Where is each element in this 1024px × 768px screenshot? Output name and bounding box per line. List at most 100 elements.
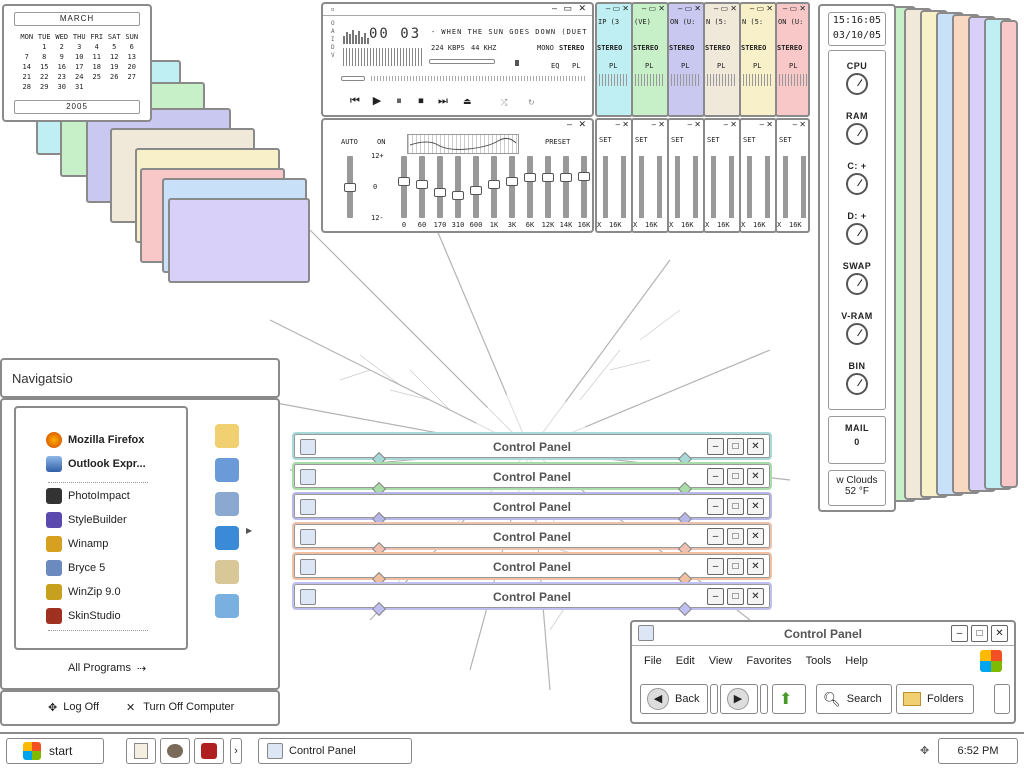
clone-window-buttons[interactable]: ‒ ▭ ✕ xyxy=(642,4,665,13)
clone-window-buttons[interactable]: ‒ ▭ ✕ xyxy=(783,4,806,13)
clone-eq-slider[interactable] xyxy=(747,156,752,218)
gauge-ram[interactable]: RAM xyxy=(829,111,885,155)
close-icon[interactable]: ✕ xyxy=(747,498,764,515)
forward-dropdown[interactable] xyxy=(760,684,768,714)
eq-slider-knob[interactable] xyxy=(524,173,536,182)
back-dropdown[interactable] xyxy=(710,684,718,714)
repeat-icon[interactable]: ↻ xyxy=(528,98,535,107)
turn-off-button[interactable]: ✕ Turn Off Computer xyxy=(126,701,234,714)
winamp-clone[interactable]: ‒ ▭ ✕ ON (U: STEREO PL xyxy=(775,2,810,117)
clone-pl[interactable]: PL xyxy=(645,62,653,70)
clone-eq-slider[interactable] xyxy=(621,156,626,218)
eq-band-slider[interactable] xyxy=(437,156,443,218)
clone-eq-slider[interactable] xyxy=(603,156,608,218)
control-panel-bar[interactable]: Control Panel – □ ✕ xyxy=(292,432,772,467)
winamp-eq-button[interactable]: EQ xyxy=(551,62,559,70)
clone-pl[interactable]: PL xyxy=(789,62,797,70)
clone-eq-buttons[interactable]: ‒ ✕ xyxy=(652,120,665,129)
minimize-icon[interactable]: – xyxy=(707,588,724,605)
explorer-titlebar[interactable]: Control Panel – □ ✕ xyxy=(632,622,1014,646)
clone-eq-buttons[interactable]: ‒ ✕ xyxy=(616,120,629,129)
winamp-clone[interactable]: ‒ ▭ ✕ N (5: STEREO PL xyxy=(739,2,777,117)
minimize-icon[interactable]: – xyxy=(951,625,968,642)
gauge-d[interactable]: D: + xyxy=(829,211,885,255)
control-panel-bar[interactable]: Control Panel – □ ✕ xyxy=(292,552,772,587)
menu-file[interactable]: File xyxy=(644,655,662,667)
minimize-icon[interactable]: – xyxy=(707,558,724,575)
eq-band-slider[interactable] xyxy=(563,156,569,218)
clone-window-buttons[interactable]: ‒ ▭ ✕ xyxy=(678,4,701,13)
gauge-cpu[interactable]: CPU xyxy=(829,61,885,105)
eq-slider-knob[interactable] xyxy=(578,172,590,181)
gauge-vram[interactable]: V-RAM xyxy=(829,311,885,355)
eq-slider-knob[interactable] xyxy=(560,173,572,182)
up-button[interactable]: ⬆ xyxy=(772,684,806,714)
maximize-icon[interactable]: □ xyxy=(727,528,744,545)
close-icon[interactable]: ✕ xyxy=(747,528,764,545)
winamp-eq-clone[interactable]: ‒ ✕ SET X 16K xyxy=(595,118,633,233)
maximize-icon[interactable]: □ xyxy=(971,625,988,642)
eq-slider-knob[interactable] xyxy=(542,173,554,182)
winamp-eq-clone[interactable]: ‒ ✕ SET X 16K xyxy=(739,118,777,233)
eq-band-slider[interactable] xyxy=(455,156,461,218)
menu-item-outlook[interactable]: Outlook Expr... xyxy=(46,456,146,472)
winamp-eq-clone[interactable]: ‒ ✕ SET X 16K xyxy=(667,118,705,233)
control-panel-window[interactable]: Control Panel – □ ✕ File Edit View Favorite… xyxy=(630,620,1016,724)
clone-pl[interactable]: PL xyxy=(717,62,725,70)
clone-pl[interactable]: PL xyxy=(681,62,689,70)
winamp-eq-clone[interactable]: ‒ ✕ SET X 16K xyxy=(703,118,741,233)
clone-eq-slider[interactable] xyxy=(783,156,788,218)
winamp-titlebar[interactable]: ▫ ‒ ▭ ✕ xyxy=(323,3,592,16)
maximize-icon[interactable]: □ xyxy=(727,558,744,575)
menu-edit[interactable]: Edit xyxy=(676,655,695,667)
quicklaunch-app[interactable] xyxy=(194,738,224,764)
clone-eq-slider[interactable] xyxy=(639,156,644,218)
eq-titlebar[interactable]: ‒ ✕ xyxy=(323,119,592,132)
eq-band-slider[interactable] xyxy=(527,156,533,218)
winamp-clone[interactable]: ‒ ▭ ✕ ON (U: STEREO PL xyxy=(667,2,705,117)
toolbar-overflow[interactable] xyxy=(994,684,1010,714)
clone-eq-buttons[interactable]: ‒ ✕ xyxy=(793,120,806,129)
menu-item-firefox[interactable]: Mozilla Firefox xyxy=(46,432,144,448)
eq-band-slider[interactable] xyxy=(581,156,587,218)
folders-button[interactable]: Folders xyxy=(896,684,974,714)
clone-eq-slider[interactable] xyxy=(693,156,698,218)
eq-band-slider[interactable] xyxy=(401,156,407,218)
start-button[interactable]: start xyxy=(6,738,104,764)
internet-icon[interactable] xyxy=(215,526,239,550)
tray-network-icon[interactable]: ✥ xyxy=(920,744,929,757)
minimize-icon[interactable]: – xyxy=(707,528,724,545)
clone-eq-buttons[interactable]: ‒ ✕ xyxy=(760,120,773,129)
winamp-window-buttons[interactable]: ‒ ▭ ✕ xyxy=(552,3,588,14)
network-icon[interactable] xyxy=(215,458,239,482)
clone-window-buttons[interactable]: ‒ ▭ ✕ xyxy=(750,4,773,13)
winamp-clone[interactable]: ‒ ▭ ✕ N (5: STEREO PL xyxy=(703,2,741,117)
control-panel-bar[interactable]: Control Panel – □ ✕ xyxy=(292,462,772,497)
close-icon[interactable]: ✕ xyxy=(747,588,764,605)
sysmon-mail[interactable]: MAIL 0 xyxy=(828,416,886,464)
clone-eq-slider[interactable] xyxy=(711,156,716,218)
eq-band-slider[interactable] xyxy=(509,156,515,218)
close-icon[interactable]: ✕ xyxy=(747,438,764,455)
eq-slider-knob[interactable] xyxy=(452,191,464,200)
eq-band-slider[interactable] xyxy=(545,156,551,218)
menu-item-winzip90[interactable]: WinZip 9.0 xyxy=(46,584,121,600)
eq-slider-knob[interactable] xyxy=(470,186,482,195)
quicklaunch-chevron[interactable]: › xyxy=(230,738,242,764)
clone-eq-slider[interactable] xyxy=(801,156,806,218)
eq-auto[interactable]: AUTO xyxy=(341,138,358,146)
next-icon[interactable]: ⏭ xyxy=(433,93,453,111)
eq-slider-knob[interactable] xyxy=(398,177,410,186)
close-icon[interactable]: ✕ xyxy=(991,625,1008,642)
minimize-icon[interactable]: – xyxy=(707,498,724,515)
menu-item-bryce5[interactable]: Bryce 5 xyxy=(46,560,105,576)
clone-eq-slider[interactable] xyxy=(657,156,662,218)
control-panel-bar[interactable]: Control Panel – □ ✕ xyxy=(292,522,772,557)
maximize-icon[interactable]: □ xyxy=(727,498,744,515)
eq-on[interactable]: ON xyxy=(377,138,385,146)
winamp-eq-clone[interactable]: ‒ ✕ SET X 16K xyxy=(775,118,810,233)
winamp-pl-button[interactable]: PL xyxy=(572,62,580,70)
play-icon[interactable]: ▶ xyxy=(367,93,387,111)
winamp-eq-clone[interactable]: ‒ ✕ SET X 16K xyxy=(631,118,669,233)
gauge-c[interactable]: C: + xyxy=(829,161,885,205)
